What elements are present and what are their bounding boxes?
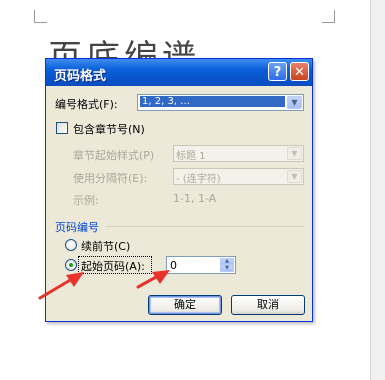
annotation-arrows [38,270,170,300]
annotation-arrow-spinner [136,270,170,289]
annotation-arrow-radio [38,272,84,300]
